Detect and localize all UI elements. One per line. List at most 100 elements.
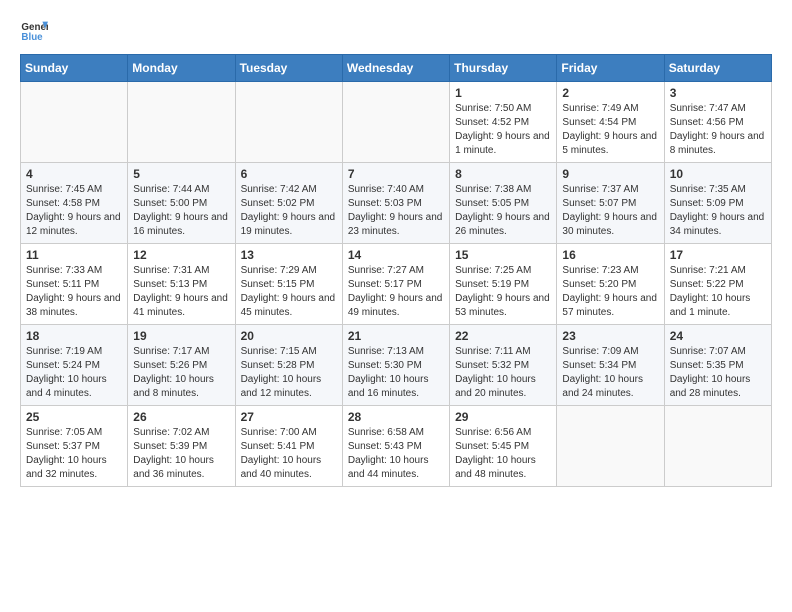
- day-info: Sunrise: 7:23 AM Sunset: 5:20 PM Dayligh…: [562, 264, 658, 320]
- calendar-cell: 8 Sunrise: 7:38 AM Sunset: 5:05 PM Daylig…: [450, 163, 557, 244]
- day-number: 27: [241, 410, 337, 424]
- day-number: 6: [241, 167, 337, 181]
- day-info: Sunrise: 7:15 AM Sunset: 5:28 PM Dayligh…: [241, 345, 337, 401]
- day-number: 18: [26, 329, 122, 343]
- calendar-cell: [21, 82, 128, 163]
- calendar-cell: 19Sunrise: 7:17 AM Sunset: 5:26 PM Dayli…: [128, 325, 235, 406]
- calendar-week-row: 4 Sunrise: 7:45 AM Sunset: 4:58 PM Daylig…: [21, 163, 772, 244]
- calendar-cell: 21Sunrise: 7:13 AM Sunset: 5:30 PM Dayli…: [342, 325, 449, 406]
- calendar-cell: 6Sunrise: 7:42 AM Sunset: 5:02 PM Daylig…: [235, 163, 342, 244]
- day-info: Sunrise: 7:44 AM Sunset: 5:00 PM Dayligh…: [133, 183, 229, 239]
- day-info: Sunrise: 7:09 AM Sunset: 5:34 PM Dayligh…: [562, 345, 658, 401]
- calendar-cell: 9 Sunrise: 7:37 AM Sunset: 5:07 PM Daylig…: [557, 163, 664, 244]
- day-info: Sunrise: 7:40 AM Sunset: 5:03 PM Dayligh…: [348, 183, 444, 239]
- day-info: Sunrise: 7:31 AM Sunset: 5:13 PM Dayligh…: [133, 264, 229, 320]
- day-number: 23: [562, 329, 658, 343]
- day-number: 3: [670, 86, 766, 100]
- calendar-cell: [664, 406, 771, 487]
- calendar-cell: 12 Sunrise: 7:31 AM Sunset: 5:13 PM Dayli…: [128, 244, 235, 325]
- calendar-cell: 26 Sunrise: 7:02 AM Sunset: 5:39 PM Dayli…: [128, 406, 235, 487]
- day-info: Sunrise: 7:13 AM Sunset: 5:30 PM Dayligh…: [348, 345, 444, 401]
- calendar-cell: 22 Sunrise: 7:11 AM Sunset: 5:32 PM Dayli…: [450, 325, 557, 406]
- day-number: 29: [455, 410, 551, 424]
- calendar-table: SundayMondayTuesdayWednesdayThursdayFrid…: [20, 54, 772, 487]
- day-number: 26: [133, 410, 229, 424]
- weekday-header: Monday: [128, 55, 235, 82]
- calendar-week-row: 25 Sunrise: 7:05 AM Sunset: 5:37 PM Dayli…: [21, 406, 772, 487]
- weekday-header: Sunday: [21, 55, 128, 82]
- weekday-header: Friday: [557, 55, 664, 82]
- day-info: Sunrise: 6:58 AM Sunset: 5:43 PM Dayligh…: [348, 426, 444, 482]
- calendar-cell: 29 Sunrise: 6:56 AM Sunset: 5:45 PM Dayli…: [450, 406, 557, 487]
- day-number: 11: [26, 248, 122, 262]
- day-info: Sunrise: 7:47 AM Sunset: 4:56 PM Dayligh…: [670, 102, 766, 158]
- day-number: 14: [348, 248, 444, 262]
- calendar-cell: 2Sunrise: 7:49 AM Sunset: 4:54 PM Daylig…: [557, 82, 664, 163]
- calendar-cell: 18 Sunrise: 7:19 AM Sunset: 5:24 PM Dayli…: [21, 325, 128, 406]
- weekday-header: Thursday: [450, 55, 557, 82]
- day-number: 12: [133, 248, 229, 262]
- calendar-header-row: SundayMondayTuesdayWednesdayThursdayFrid…: [21, 55, 772, 82]
- day-info: Sunrise: 7:38 AM Sunset: 5:05 PM Dayligh…: [455, 183, 551, 239]
- day-info: Sunrise: 7:11 AM Sunset: 5:32 PM Dayligh…: [455, 345, 551, 401]
- calendar-cell: 24Sunrise: 7:07 AM Sunset: 5:35 PM Dayli…: [664, 325, 771, 406]
- calendar-cell: 20 Sunrise: 7:15 AM Sunset: 5:28 PM Dayli…: [235, 325, 342, 406]
- day-info: Sunrise: 7:50 AM Sunset: 4:52 PM Dayligh…: [455, 102, 551, 158]
- logo: General Blue: [20, 16, 48, 44]
- day-number: 10: [670, 167, 766, 181]
- day-info: Sunrise: 6:56 AM Sunset: 5:45 PM Dayligh…: [455, 426, 551, 482]
- day-number: 8: [455, 167, 551, 181]
- day-info: Sunrise: 7:37 AM Sunset: 5:07 PM Dayligh…: [562, 183, 658, 239]
- day-info: Sunrise: 7:02 AM Sunset: 5:39 PM Dayligh…: [133, 426, 229, 482]
- day-number: 16: [562, 248, 658, 262]
- calendar-cell: 3 Sunrise: 7:47 AM Sunset: 4:56 PM Daylig…: [664, 82, 771, 163]
- day-info: Sunrise: 7:33 AM Sunset: 5:11 PM Dayligh…: [26, 264, 122, 320]
- day-number: 4: [26, 167, 122, 181]
- calendar-cell: 16 Sunrise: 7:23 AM Sunset: 5:20 PM Dayli…: [557, 244, 664, 325]
- calendar-cell: 15 Sunrise: 7:25 AM Sunset: 5:19 PM Dayli…: [450, 244, 557, 325]
- calendar-cell: [342, 82, 449, 163]
- calendar-cell: 10 Sunrise: 7:35 AM Sunset: 5:09 PM Dayli…: [664, 163, 771, 244]
- calendar-cell: 28 Sunrise: 6:58 AM Sunset: 5:43 PM Dayli…: [342, 406, 449, 487]
- day-number: 28: [348, 410, 444, 424]
- calendar-cell: 17 Sunrise: 7:21 AM Sunset: 5:22 PM Dayli…: [664, 244, 771, 325]
- day-info: Sunrise: 7:29 AM Sunset: 5:15 PM Dayligh…: [241, 264, 337, 320]
- day-number: 22: [455, 329, 551, 343]
- day-number: 25: [26, 410, 122, 424]
- calendar-cell: 23 Sunrise: 7:09 AM Sunset: 5:34 PM Dayli…: [557, 325, 664, 406]
- day-info: Sunrise: 7:49 AM Sunset: 4:54 PM Dayligh…: [562, 102, 658, 158]
- day-info: Sunrise: 7:25 AM Sunset: 5:19 PM Dayligh…: [455, 264, 551, 320]
- day-info: Sunrise: 7:07 AM Sunset: 5:35 PM Dayligh…: [670, 345, 766, 401]
- day-number: 15: [455, 248, 551, 262]
- calendar-cell: 4 Sunrise: 7:45 AM Sunset: 4:58 PM Daylig…: [21, 163, 128, 244]
- day-number: 9: [562, 167, 658, 181]
- day-number: 19: [133, 329, 229, 343]
- day-info: Sunrise: 7:35 AM Sunset: 5:09 PM Dayligh…: [670, 183, 766, 239]
- calendar-cell: 13Sunrise: 7:29 AM Sunset: 5:15 PM Dayli…: [235, 244, 342, 325]
- day-info: Sunrise: 7:00 AM Sunset: 5:41 PM Dayligh…: [241, 426, 337, 482]
- logo-icon: General Blue: [20, 16, 48, 44]
- calendar-cell: [557, 406, 664, 487]
- day-info: Sunrise: 7:45 AM Sunset: 4:58 PM Dayligh…: [26, 183, 122, 239]
- calendar-cell: 7 Sunrise: 7:40 AM Sunset: 5:03 PM Daylig…: [342, 163, 449, 244]
- day-number: 1: [455, 86, 551, 100]
- calendar-cell: 27 Sunrise: 7:00 AM Sunset: 5:41 PM Dayli…: [235, 406, 342, 487]
- day-number: 20: [241, 329, 337, 343]
- day-number: 7: [348, 167, 444, 181]
- calendar-cell: 25 Sunrise: 7:05 AM Sunset: 5:37 PM Dayli…: [21, 406, 128, 487]
- day-info: Sunrise: 7:05 AM Sunset: 5:37 PM Dayligh…: [26, 426, 122, 482]
- calendar-cell: 14 Sunrise: 7:27 AM Sunset: 5:17 PM Dayli…: [342, 244, 449, 325]
- calendar-week-row: 18 Sunrise: 7:19 AM Sunset: 5:24 PM Dayli…: [21, 325, 772, 406]
- day-number: 5: [133, 167, 229, 181]
- day-info: Sunrise: 7:21 AM Sunset: 5:22 PM Dayligh…: [670, 264, 766, 320]
- calendar-cell: [235, 82, 342, 163]
- day-info: Sunrise: 7:27 AM Sunset: 5:17 PM Dayligh…: [348, 264, 444, 320]
- calendar-cell: [128, 82, 235, 163]
- day-number: 17: [670, 248, 766, 262]
- weekday-header: Tuesday: [235, 55, 342, 82]
- calendar-cell: 1 Sunrise: 7:50 AM Sunset: 4:52 PM Daylig…: [450, 82, 557, 163]
- page-header: General Blue: [20, 16, 772, 44]
- day-info: Sunrise: 7:19 AM Sunset: 5:24 PM Dayligh…: [26, 345, 122, 401]
- weekday-header: Saturday: [664, 55, 771, 82]
- calendar-week-row: 11 Sunrise: 7:33 AM Sunset: 5:11 PM Dayli…: [21, 244, 772, 325]
